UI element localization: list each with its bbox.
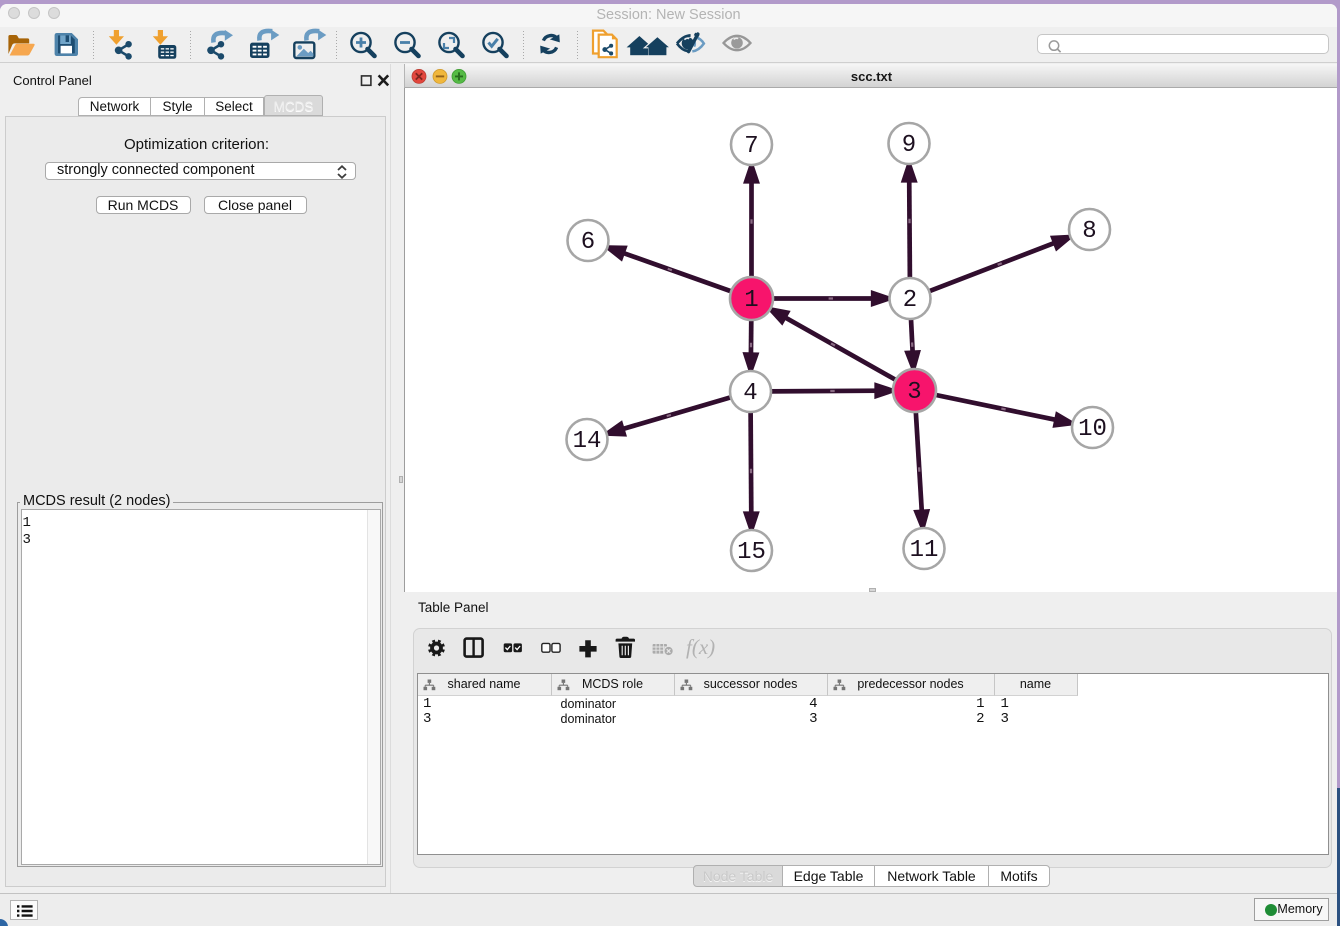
svg-text:4: 4	[743, 380, 757, 407]
svg-text:7: 7	[744, 133, 758, 160]
svg-text:9: 9	[902, 132, 916, 159]
svg-text:8: 8	[1082, 218, 1096, 245]
svg-text:2: 2	[903, 287, 917, 314]
svg-text:14: 14	[573, 428, 602, 455]
svg-text:3: 3	[907, 379, 921, 406]
svg-text:10: 10	[1078, 416, 1107, 443]
svg-text:11: 11	[910, 537, 939, 564]
svg-text:1: 1	[744, 287, 758, 314]
svg-text:6: 6	[581, 229, 595, 256]
svg-text:15: 15	[737, 539, 766, 566]
